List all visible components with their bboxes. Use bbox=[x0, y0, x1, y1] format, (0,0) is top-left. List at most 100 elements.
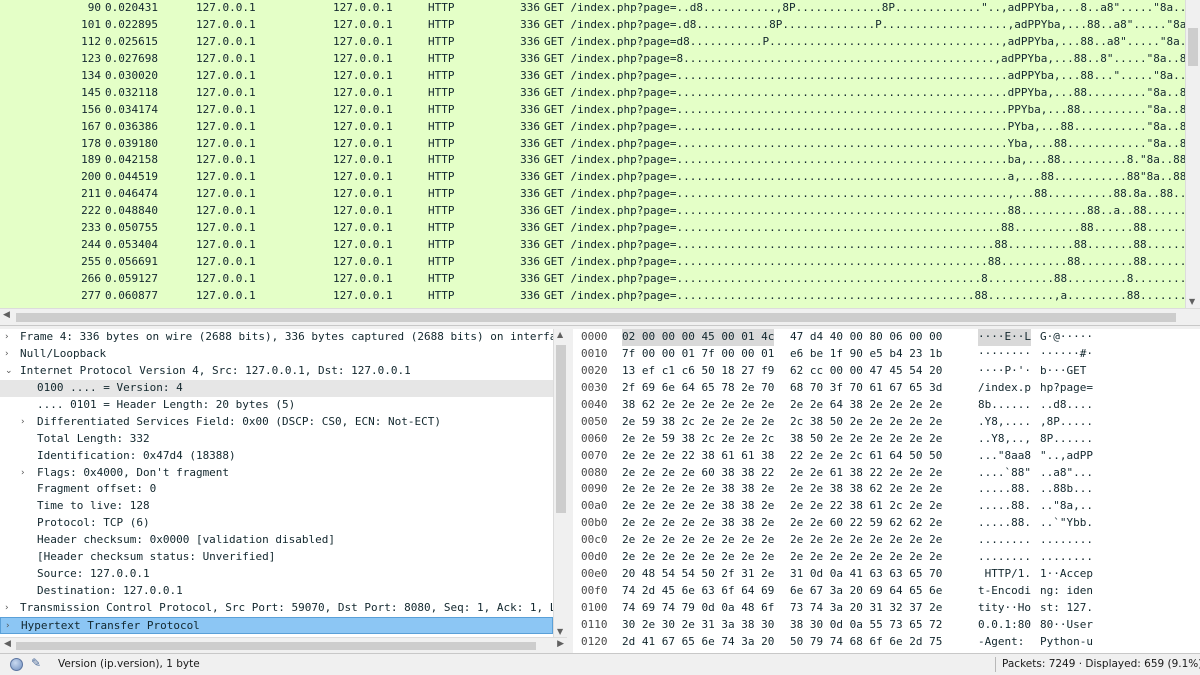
bytes-ascii-group-1[interactable]: .....88. bbox=[978, 481, 1031, 498]
details-tree-item[interactable]: [Header checksum status: Unverified] bbox=[0, 549, 553, 566]
bytes-hex-group-2[interactable]: 6e 67 3a 20 69 64 65 6e bbox=[790, 583, 942, 600]
bytes-hex-group-1[interactable]: 2e 2e 2e 2e 2e 38 38 2e bbox=[622, 515, 774, 532]
details-tree-item[interactable]: Time to live: 128 bbox=[0, 498, 553, 515]
details-tree-item[interactable]: Destination: 127.0.0.1 bbox=[0, 583, 553, 600]
bytes-ascii-group-2[interactable]: Python-u bbox=[1040, 634, 1093, 651]
bytes-hex-group-1[interactable]: 2e 2e 2e 2e 2e 2e 2e 2e bbox=[622, 549, 774, 566]
bytes-hex-group-2[interactable]: 2e 2e 38 38 62 2e 2e 2e bbox=[790, 481, 942, 498]
packet-row[interactable]: 90 0.020431 127.0.0.1 127.0.0.1 HTTP 336 GET /… bbox=[0, 0, 1185, 17]
bytes-ascii-group-2[interactable]: ,8P..... bbox=[1040, 414, 1093, 431]
details-tree-item[interactable]: Source: 127.0.0.1 bbox=[0, 566, 553, 583]
packet-row[interactable]: 145 0.032118 127.0.0.1 127.0.0.1 HTTP 336 GET … bbox=[0, 85, 1185, 102]
bytes-ascii-group-1[interactable]: 0.0.1:80 bbox=[978, 617, 1031, 634]
bytes-ascii-group-2[interactable]: ..a8"... bbox=[1040, 465, 1093, 482]
bytes-ascii-group-1[interactable]: ········ bbox=[978, 346, 1031, 363]
packet-list-vertical-scrollbar[interactable]: ▼ bbox=[1185, 0, 1200, 308]
scrollbar-thumb[interactable] bbox=[16, 313, 1176, 322]
bytes-row[interactable]: 0020 13 ef c1 c6 50 18 27 f9 62 cc 00 00 4… bbox=[573, 363, 1200, 380]
bytes-hex-group-2[interactable]: 38 30 0d 0a 55 73 65 72 bbox=[790, 617, 942, 634]
bytes-hex-group-2[interactable]: 62 cc 00 00 47 45 54 20 bbox=[790, 363, 942, 380]
details-tree-item[interactable]: Header checksum: 0x0000 [validation disa… bbox=[0, 532, 553, 549]
bytes-hex-group-2[interactable]: 2c 38 50 2e 2e 2e 2e 2e bbox=[790, 414, 942, 431]
scroll-down-arrow-icon[interactable]: ▼ bbox=[557, 627, 563, 636]
bytes-ascii-group-1[interactable]: ····P·'· bbox=[978, 363, 1031, 380]
packet-row[interactable]: 101 0.022895 127.0.0.1 127.0.0.1 HTTP 336 GET … bbox=[0, 17, 1185, 34]
bytes-hex-group-1[interactable]: 38 62 2e 2e 2e 2e 2e 2e bbox=[622, 397, 774, 414]
bytes-row[interactable]: 0090 2e 2e 2e 2e 2e 38 38 2e 2e 2e 38 38 6… bbox=[573, 481, 1200, 498]
bytes-ascii-group-2[interactable]: "..,adPP bbox=[1040, 448, 1093, 465]
bytes-ascii-group-2[interactable]: .."8a,.. bbox=[1040, 498, 1093, 515]
bytes-ascii-group-2[interactable]: b···GET bbox=[1040, 363, 1093, 380]
scroll-down-arrow-icon[interactable]: ▼ bbox=[1189, 297, 1195, 306]
bytes-hex-group-2[interactable]: 2e 2e 61 38 22 2e 2e 2e bbox=[790, 465, 942, 482]
bytes-hex-group-2[interactable]: 22 2e 2e 2c 61 64 50 50 bbox=[790, 448, 942, 465]
bytes-ascii-group-2[interactable]: ........ bbox=[1040, 532, 1093, 549]
bytes-row[interactable]: 0030 2f 69 6e 64 65 78 2e 70 68 70 3f 70 6… bbox=[573, 380, 1200, 397]
chevron-right-icon[interactable]: › bbox=[5, 329, 9, 346]
packet-list-horizontal-scrollbar[interactable]: ◀ bbox=[0, 308, 1200, 325]
details-tree-item[interactable]: › Hypertext Transfer Protocol bbox=[0, 616, 553, 634]
bytes-hex-group-2[interactable]: 2e 2e 2e 2e 2e 2e 2e 2e bbox=[790, 549, 942, 566]
packet-row[interactable]: 123 0.027698 127.0.0.1 127.0.0.1 HTTP 336 GET … bbox=[0, 51, 1185, 68]
bytes-hex-group-1[interactable]: 13 ef c1 c6 50 18 27 f9 bbox=[622, 363, 774, 380]
details-tree-item[interactable]: › Frame 4: 336 bytes on wire (2688 bits),… bbox=[0, 329, 553, 346]
bytes-ascii-group-1[interactable]: ..."8aa8 bbox=[978, 448, 1031, 465]
details-tree-item[interactable]: › Flags: 0x4000, Don't fragment bbox=[0, 465, 553, 482]
bytes-hex-group-1[interactable]: 2e 2e 2e 2e 2e 38 38 2e bbox=[622, 498, 774, 515]
bytes-ascii-group-2[interactable]: G·@····· bbox=[1040, 329, 1093, 346]
bytes-ascii-group-1[interactable]: /index.p bbox=[978, 380, 1031, 397]
details-vertical-scrollbar[interactable]: ▲ ▼ bbox=[553, 329, 567, 637]
bytes-hex-group-1[interactable]: 2e 2e 2e 2e 60 38 38 22 bbox=[622, 465, 774, 482]
bytes-ascii-group-1[interactable]: .Y8,.... bbox=[978, 414, 1031, 431]
packet-row[interactable]: 244 0.053404 127.0.0.1 127.0.0.1 HTTP 336 GET … bbox=[0, 237, 1185, 254]
bytes-row[interactable]: 00a0 2e 2e 2e 2e 2e 38 38 2e 2e 2e 22 38 6… bbox=[573, 498, 1200, 515]
bytes-row[interactable]: 0040 38 62 2e 2e 2e 2e 2e 2e 2e 2e 64 38 2… bbox=[573, 397, 1200, 414]
bytes-ascii-group-2[interactable]: ng: iden bbox=[1040, 583, 1093, 600]
details-tree-item[interactable]: ⌄ Internet Protocol Version 4, Src: 127.0… bbox=[0, 363, 553, 380]
packet-row[interactable]: 277 0.060877 127.0.0.1 127.0.0.1 HTTP 336 GET … bbox=[0, 288, 1185, 305]
bytes-hex-group-1[interactable]: 2e 2e 2e 2e 2e 38 38 2e bbox=[622, 481, 774, 498]
bytes-hex-group-2[interactable]: 2e 2e 2e 2e 2e 2e 2e 2e bbox=[790, 532, 942, 549]
bytes-row[interactable]: 00d0 2e 2e 2e 2e 2e 2e 2e 2e 2e 2e 2e 2e 2… bbox=[573, 549, 1200, 566]
chevron-right-icon[interactable]: › bbox=[5, 600, 9, 617]
packet-row[interactable]: 189 0.042158 127.0.0.1 127.0.0.1 HTTP 336 GET … bbox=[0, 152, 1185, 169]
bytes-row[interactable]: 0100 74 69 74 79 0d 0a 48 6f 73 74 3a 20 3… bbox=[573, 600, 1200, 617]
bytes-ascii-group-2[interactable]: 8P...... bbox=[1040, 431, 1093, 448]
scroll-up-arrow-icon[interactable]: ▲ bbox=[557, 330, 563, 339]
chevron-down-icon[interactable]: ⌄ bbox=[5, 363, 13, 380]
bytes-ascii-group-1[interactable]: .....88. bbox=[978, 515, 1031, 532]
bytes-row[interactable]: 00e0 20 48 54 54 50 2f 31 2e 31 0d 0a 41 6… bbox=[573, 566, 1200, 583]
bytes-ascii-group-1[interactable]: ........ bbox=[978, 532, 1031, 549]
bytes-row[interactable]: 0000 02 00 00 00 45 00 01 4c 47 d4 40 00 8… bbox=[573, 329, 1200, 346]
bytes-ascii-group-1[interactable]: HTTP/1. bbox=[978, 566, 1031, 583]
bytes-ascii-group-2[interactable]: ..d8.... bbox=[1040, 397, 1093, 414]
bytes-hex-group-1[interactable]: 2d 41 67 65 6e 74 3a 20 bbox=[622, 634, 774, 651]
details-tree-item[interactable]: .... 0101 = Header Length: 20 bytes (5) bbox=[0, 397, 553, 414]
scrollbar-thumb[interactable] bbox=[16, 642, 536, 650]
chevron-right-icon[interactable]: › bbox=[21, 414, 25, 431]
details-horizontal-scrollbar[interactable]: ◀ ▶ bbox=[0, 637, 567, 653]
scrollbar-thumb[interactable] bbox=[556, 345, 566, 513]
bytes-row[interactable]: 0060 2e 2e 59 38 2c 2e 2e 2c 38 50 2e 2e 2… bbox=[573, 431, 1200, 448]
bytes-ascii-group-2[interactable]: 80··User bbox=[1040, 617, 1093, 634]
packet-row[interactable]: 134 0.030020 127.0.0.1 127.0.0.1 HTTP 336 GET … bbox=[0, 68, 1185, 85]
bytes-hex-group-2[interactable]: 50 79 74 68 6f 6e 2d 75 bbox=[790, 634, 942, 651]
bytes-hex-group-2[interactable]: e6 be 1f 90 e5 b4 23 1b bbox=[790, 346, 942, 363]
packet-row[interactable]: 200 0.044519 127.0.0.1 127.0.0.1 HTTP 336 GET … bbox=[0, 169, 1185, 186]
chevron-right-icon[interactable]: › bbox=[5, 346, 9, 363]
bytes-ascii-group-1[interactable]: ····E··L bbox=[978, 329, 1031, 346]
packet-row[interactable]: 167 0.036386 127.0.0.1 127.0.0.1 HTTP 336 GET … bbox=[0, 119, 1185, 136]
packet-details-pane[interactable]: › Frame 4: 336 bytes on wire (2688 bits),… bbox=[0, 329, 568, 653]
bytes-ascii-group-2[interactable]: hp?page= bbox=[1040, 380, 1093, 397]
bytes-hex-group-1[interactable]: 30 2e 30 2e 31 3a 38 30 bbox=[622, 617, 774, 634]
bytes-hex-group-1[interactable]: 2f 69 6e 64 65 78 2e 70 bbox=[622, 380, 774, 397]
scroll-right-arrow-icon[interactable]: ▶ bbox=[557, 639, 564, 649]
packet-row[interactable]: 222 0.048840 127.0.0.1 127.0.0.1 HTTP 336 GET … bbox=[0, 203, 1185, 220]
details-tree-item[interactable]: › Transmission Control Protocol, Src Port… bbox=[0, 600, 553, 617]
bytes-ascii-group-1[interactable]: ........ bbox=[978, 549, 1031, 566]
scroll-left-arrow-icon[interactable]: ◀ bbox=[3, 310, 10, 320]
bytes-hex-group-1[interactable]: 20 48 54 54 50 2f 31 2e bbox=[622, 566, 774, 583]
packet-row[interactable]: 255 0.056691 127.0.0.1 127.0.0.1 HTTP 336 GET … bbox=[0, 254, 1185, 271]
bytes-ascii-group-1[interactable]: 8b...... bbox=[978, 397, 1031, 414]
bytes-ascii-group-1[interactable]: .....88. bbox=[978, 498, 1031, 515]
